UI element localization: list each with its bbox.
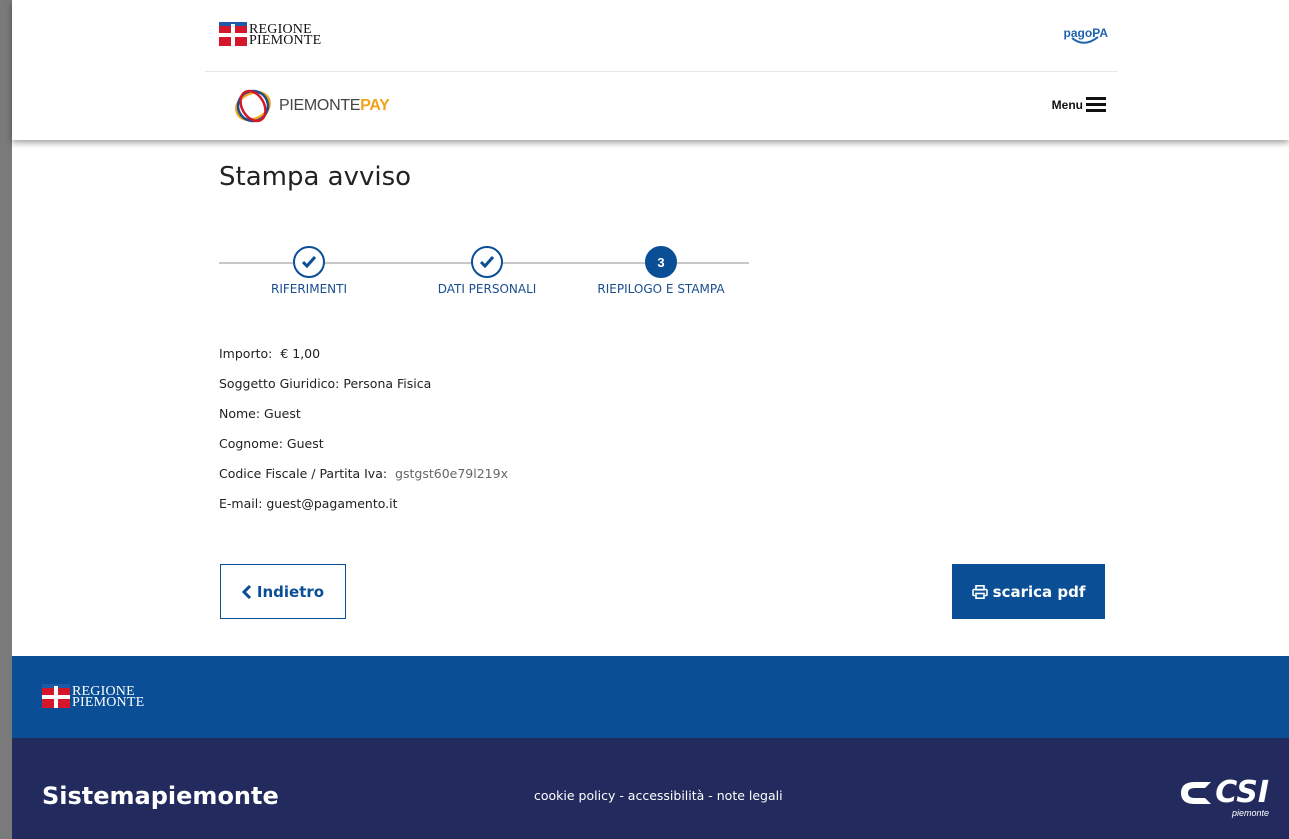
menu-label: Menu (1051, 97, 1083, 112)
logo-text-pay: PAY (360, 97, 390, 114)
header-top-bar: REGIONE PIEMONTE pagoPA (205, 0, 1118, 72)
cf-value: gstgst60e79l219x (395, 466, 508, 481)
importo-value: € 1,00 (280, 346, 321, 361)
csi-logo-sub: piemonte (1231, 808, 1269, 818)
regione-flag-icon (42, 684, 70, 708)
piemontepay-rings-icon (235, 89, 271, 123)
summary-nome: Nome: Guest (219, 406, 301, 421)
regione-logo-line2: PIEMONTE (249, 33, 322, 48)
menu-button[interactable]: Menu (1052, 94, 1106, 115)
site-header: REGIONE PIEMONTE pagoPA PIEMONTEPAY Menu (12, 0, 1289, 140)
footer-links[interactable]: cookie policy - accessibilità - note leg… (534, 788, 783, 803)
step-dati-personali: DATI PERSONALI (397, 246, 577, 296)
csi-swirl-icon (1181, 782, 1212, 804)
step-done-check-icon (471, 246, 503, 278)
summary-importo: Importo: € 1,00 (219, 344, 508, 374)
importo-label: Importo: (219, 346, 273, 361)
step-label: DATI PERSONALI (437, 282, 537, 296)
cf-label: Codice Fiscale / Partita Iva: (219, 466, 388, 481)
back-button-label: Indietro (256, 582, 325, 601)
footer-regione-line2: PIEMONTE (72, 695, 145, 710)
logo-text-piemonte: PIEMONTE (279, 97, 361, 114)
piemontepay-logo[interactable]: PIEMONTEPAY (231, 86, 390, 126)
step-number-badge: 3 (645, 246, 677, 278)
summary-soggetto: Soggetto Giuridico: Persona Fisica (219, 376, 432, 391)
back-button[interactable]: Indietro (220, 564, 346, 619)
regione-piemonte-logo[interactable]: REGIONE PIEMONTE (219, 22, 322, 48)
step-label: RIEPILOGO E STAMPA (597, 282, 725, 296)
printer-icon (971, 584, 988, 599)
footer-bottom-bar: Sistemapiemonte cookie policy - accessib… (12, 738, 1289, 839)
summary-cognome: Cognome: Guest (219, 436, 324, 451)
step-label: RIFERIMENTI (270, 282, 348, 296)
pagopa-swoosh-icon (1070, 36, 1099, 44)
regione-flag-icon (219, 22, 247, 46)
page-title: Stampa avviso (219, 162, 412, 192)
step-done-check-icon (293, 246, 325, 278)
chevron-left-icon (241, 584, 251, 599)
pagopa-logo: pagoPA (1064, 26, 1108, 44)
download-pdf-label: scarica pdf (992, 582, 1086, 601)
footer-regione-piemonte-logo[interactable]: REGIONE PIEMONTE (42, 684, 145, 710)
footer-legal-links: cookie policy - accessibilità - note leg… (534, 788, 783, 803)
summary-details: Importo: € 1,00 Soggetto Giuridico: Pers… (219, 344, 508, 524)
sistemapiemonte-brand[interactable]: Sistemapiemonte (42, 782, 279, 810)
summary-email: E-mail: guest@pagamento.it (219, 496, 398, 511)
main-content: Stampa avviso RIFERIMENTI DATI PERSONALI… (12, 140, 1289, 656)
csi-piemonte-logo[interactable]: CSI piemonte (1177, 775, 1269, 818)
footer-region-bar: REGIONE PIEMONTE (12, 656, 1289, 738)
hamburger-icon (1086, 94, 1106, 115)
progress-stepper: RIFERIMENTI DATI PERSONALI 3 RIEPILOGO E… (219, 246, 759, 306)
download-pdf-button[interactable]: scarica pdf (952, 564, 1105, 619)
browser-page: REGIONE PIEMONTE pagoPA PIEMONTEPAY Menu… (12, 0, 1289, 839)
csi-logo-text: CSI (1215, 775, 1269, 810)
header-main-bar: PIEMONTEPAY Menu (205, 72, 1118, 140)
step-riferimenti: RIFERIMENTI (219, 246, 399, 296)
step-riepilogo-stampa: 3 RIEPILOGO E STAMPA (571, 246, 751, 296)
summary-codice-fiscale: Codice Fiscale / Partita Iva: gstgst60e7… (219, 464, 508, 494)
